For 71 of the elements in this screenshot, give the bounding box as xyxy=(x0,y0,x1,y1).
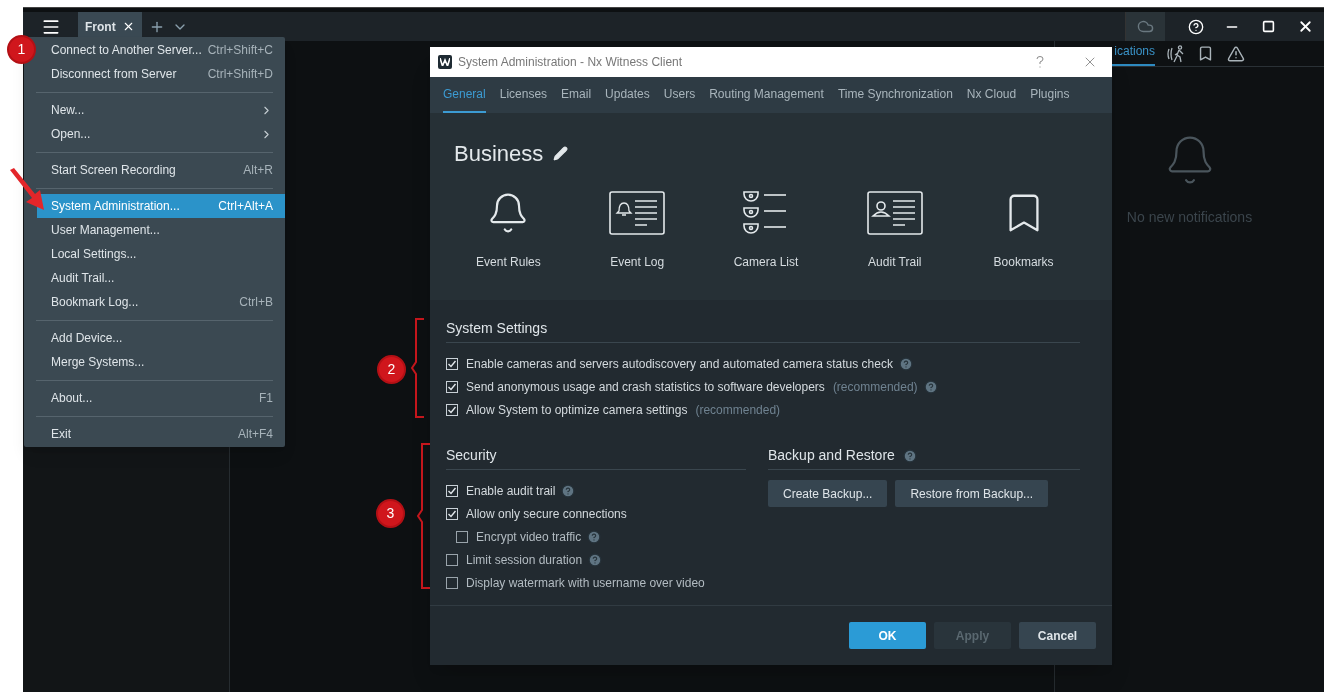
checkbox[interactable] xyxy=(446,484,458,497)
menu-item[interactable]: Local Settings... xyxy=(37,242,285,266)
shortcut-tile[interactable]: Audit Trail xyxy=(830,188,960,271)
shortcut-label: Ctrl+Shift+C xyxy=(207,42,273,59)
menu-item[interactable]: About... F1 xyxy=(37,386,285,410)
settings-tab[interactable]: Nx Cloud xyxy=(966,77,1017,113)
menu-item[interactable]: New... xyxy=(37,98,285,122)
settings-tab[interactable]: Plugins xyxy=(1030,77,1070,113)
option-label: Display watermark with username over video xyxy=(466,574,705,592)
checkbox[interactable] xyxy=(456,530,468,543)
maximize-icon[interactable] xyxy=(1262,20,1275,33)
shortcut-label: Ctrl+Shift+D xyxy=(207,66,273,83)
shortcut-tile[interactable]: Event Log xyxy=(572,188,702,271)
option-label: Limit session duration xyxy=(466,551,583,569)
warning-icon[interactable] xyxy=(1227,44,1245,63)
menu-item[interactable]: User Management... xyxy=(37,218,285,242)
empty-message: No new notifications xyxy=(1126,208,1253,227)
app-logo-icon xyxy=(438,55,452,69)
shortcut-tile[interactable]: Bookmarks xyxy=(959,188,1088,271)
dialog-button[interactable]: Cancel xyxy=(1019,622,1096,649)
menu-item[interactable]: Merge Systems... xyxy=(37,350,285,374)
checkbox[interactable] xyxy=(446,507,458,520)
checkbox[interactable] xyxy=(446,576,458,589)
menu-item[interactable]: Exit Alt+F4 xyxy=(37,422,285,446)
notifications-tab[interactable]: ications xyxy=(1114,42,1155,60)
section-heading: Security xyxy=(446,447,497,463)
dialog-title: System Administration - Nx Witness Client xyxy=(458,54,684,71)
close-icon[interactable] xyxy=(1297,18,1314,35)
menu-item[interactable]: Add Device... xyxy=(37,326,285,350)
menu-item[interactable]: Disconnect from Server Ctrl+Shift+D xyxy=(37,62,285,86)
shortcut-label: Ctrl+Alt+A xyxy=(218,198,273,215)
option-label: Send anonymous usage and crash statistics to software developers xyxy=(466,378,825,396)
backup-button[interactable]: Create Backup... xyxy=(768,480,888,507)
settings-tab[interactable]: Users xyxy=(663,77,696,113)
menu-item[interactable]: Audit Trail... xyxy=(37,266,285,290)
shortcut-label: F1 xyxy=(259,390,273,407)
settings-tab[interactable]: Time Synchronization xyxy=(837,77,953,113)
section-heading: Backup and Restore xyxy=(768,446,895,465)
settings-tab[interactable]: Email xyxy=(561,77,592,113)
checkbox[interactable] xyxy=(446,403,458,416)
menu-item[interactable]: Bookmark Log... Ctrl+B xyxy=(37,290,285,314)
option-note: (recommended) xyxy=(695,401,781,419)
id-card-icon xyxy=(866,191,923,235)
menu-item[interactable]: Start Screen Recording Alt+R xyxy=(37,158,285,182)
option-label: Allow System to optimize camera settings xyxy=(466,401,688,419)
shortcut-label: Ctrl+B xyxy=(239,294,273,311)
shortcut-tile[interactable]: Camera List xyxy=(701,188,831,271)
option-label: Allow only secure connections xyxy=(466,505,627,523)
checkbox[interactable] xyxy=(446,380,458,393)
checkbox[interactable] xyxy=(446,357,458,370)
option-label: Enable audit trail xyxy=(466,482,556,500)
shortcut-label: Alt+F4 xyxy=(238,426,273,443)
settings-tab[interactable]: Updates xyxy=(605,77,650,113)
pointer-arrow xyxy=(8,168,46,212)
bookmark-icon[interactable] xyxy=(1197,45,1214,62)
menu-item[interactable]: Open... xyxy=(37,122,285,146)
system-name: Business xyxy=(454,140,544,168)
menu-item[interactable]: Connect to Another Server... Ctrl+Shift+C xyxy=(37,38,285,62)
checkbox[interactable] xyxy=(446,553,458,566)
shortcut-label: Alt+R xyxy=(243,162,273,179)
option-label: Enable cameras and servers autodiscovery and automated camera status check xyxy=(466,355,893,373)
log-card-icon xyxy=(609,191,666,235)
shortcut-tile[interactable]: Event Rules xyxy=(444,188,573,271)
option-note: (recommended) xyxy=(832,378,918,396)
option-label: Encrypt video traffic xyxy=(476,528,582,546)
edit-icon[interactable] xyxy=(553,146,569,161)
section-heading: System Settings xyxy=(446,320,548,336)
settings-tab[interactable]: Routing Management xyxy=(709,77,824,113)
cloud-icon[interactable] xyxy=(1137,18,1154,35)
backup-button[interactable]: Restore from Backup... xyxy=(895,480,1049,507)
settings-tab[interactable]: Licenses xyxy=(499,77,548,113)
